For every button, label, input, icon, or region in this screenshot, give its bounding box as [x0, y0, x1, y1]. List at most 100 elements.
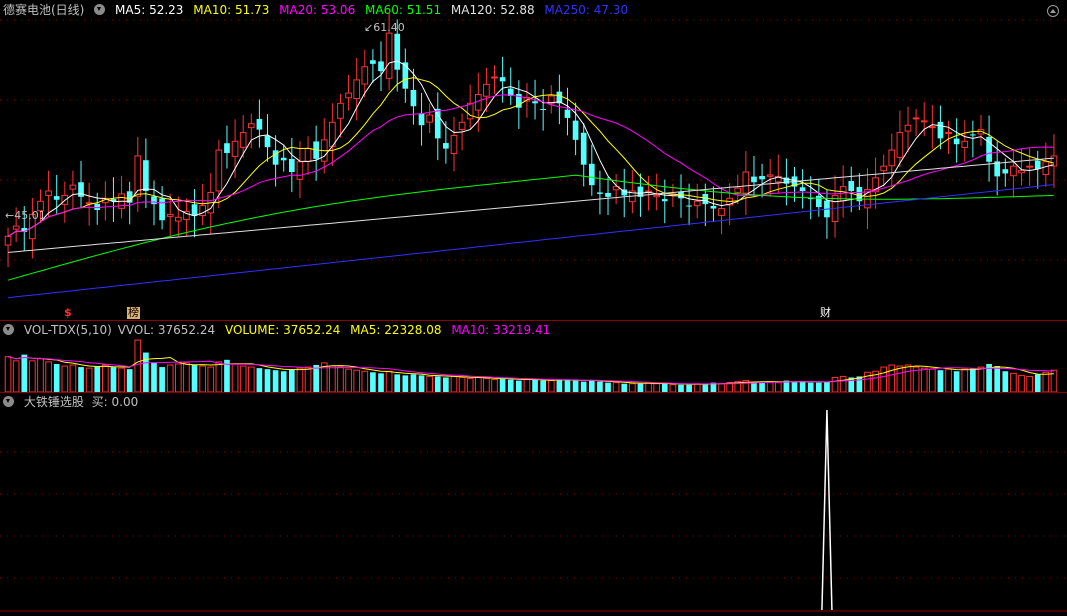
- candle: [434, 108, 441, 139]
- volume-bar: [920, 367, 928, 393]
- volume-bar: [272, 370, 279, 392]
- dropdown-icon[interactable]: [3, 324, 14, 335]
- candle: [766, 174, 774, 177]
- candle: [418, 113, 425, 126]
- volume-bar: [402, 375, 409, 392]
- ma120-line: [8, 157, 1054, 253]
- candle: [970, 134, 976, 136]
- candle: [45, 190, 52, 196]
- volume-bar: [799, 381, 806, 392]
- volume-bar: [231, 363, 239, 393]
- ma60-line: [7, 174, 1054, 281]
- volume-bar: [215, 361, 223, 393]
- volume-bar: [21, 354, 28, 392]
- candle: [69, 184, 77, 190]
- candle: [499, 77, 506, 82]
- candle: [597, 192, 603, 194]
- volume-bar: [353, 369, 361, 393]
- volume-bar: [839, 375, 847, 393]
- vol-ma10: MA10: 33219.41: [451, 323, 551, 337]
- ma250-line: [8, 184, 1054, 299]
- volume-bar: [693, 383, 701, 393]
- candle: [693, 200, 701, 207]
- candle: [166, 213, 174, 217]
- candle: [848, 181, 855, 191]
- candle: [588, 163, 595, 186]
- candle: [353, 79, 361, 100]
- volume-bar: [774, 382, 782, 393]
- candle: [4, 235, 12, 246]
- candle: [174, 216, 182, 222]
- volume-bar: [337, 366, 344, 393]
- volume-bar: [888, 364, 896, 393]
- candle: [605, 192, 611, 197]
- candle: [239, 132, 247, 148]
- marker-finance[interactable]: 财: [820, 307, 831, 319]
- candle: [734, 187, 742, 193]
- volume-bar: [361, 370, 369, 393]
- volume-bar: [247, 366, 255, 393]
- candle: [953, 138, 960, 145]
- candle: [759, 176, 765, 180]
- volume-bar: [637, 383, 644, 392]
- volume-bar: [378, 373, 384, 392]
- pane-divider: [0, 320, 1067, 321]
- volume-bar: [856, 376, 863, 392]
- volume-bar: [1034, 374, 1041, 392]
- volume-bar: [280, 371, 287, 392]
- volume-bar: [516, 380, 522, 392]
- buy-signal-spike: [821, 409, 833, 611]
- volume-bar: [191, 365, 198, 392]
- candle: [661, 199, 668, 202]
- candle: [402, 62, 409, 89]
- candle: [231, 140, 239, 157]
- kline-chart: [0, 11, 1067, 612]
- marker-dividend[interactable]: $: [64, 307, 72, 319]
- volume-bar: [313, 365, 319, 392]
- volume-bar: [45, 361, 52, 393]
- vol-volume: VOLUME: 37652.24: [224, 323, 341, 337]
- candle: [961, 140, 969, 148]
- volume-bar: [718, 383, 725, 393]
- volume-bar: [831, 376, 839, 393]
- candle: [815, 195, 822, 208]
- candle: [191, 204, 198, 216]
- candle: [718, 208, 725, 216]
- candle: [564, 109, 571, 118]
- candle: [256, 119, 263, 130]
- volume-bar: [1010, 372, 1017, 393]
- candle: [491, 76, 498, 79]
- volume-bar: [4, 356, 12, 393]
- volume-bar: [937, 370, 944, 392]
- volume-bar: [151, 362, 157, 392]
- high-price-label: ↙61.40: [364, 21, 405, 34]
- candle: [443, 143, 449, 149]
- volume-bar: [621, 383, 628, 392]
- volume-bar: [556, 379, 563, 392]
- volume-bar: [394, 374, 401, 392]
- candle: [572, 120, 579, 140]
- dropdown-icon[interactable]: [3, 396, 14, 407]
- volume-bar: [329, 365, 336, 393]
- volume-bar: [629, 383, 636, 393]
- volume-bar: [1042, 371, 1050, 393]
- candle: [1034, 160, 1041, 170]
- volume-bar: [304, 366, 312, 393]
- volume-bar: [547, 380, 555, 393]
- candle: [686, 205, 692, 207]
- vol-indicator-name: VOL-TDX(5,10): [23, 323, 112, 337]
- volume-bar: [126, 369, 133, 392]
- candle: [159, 198, 165, 221]
- volume-bar: [532, 379, 538, 392]
- volume-bar: [766, 381, 774, 393]
- volume-bar: [296, 367, 304, 393]
- marker-rank[interactable]: 榜: [127, 307, 140, 319]
- candle: [304, 148, 312, 162]
- candle: [945, 132, 952, 135]
- indicator-name: 大铁锤选股: [23, 395, 84, 409]
- volume-bar: [69, 364, 77, 393]
- candle: [912, 117, 920, 120]
- volume-bar: [977, 366, 985, 393]
- volume-bar: [572, 380, 579, 392]
- volume-bar: [37, 358, 44, 393]
